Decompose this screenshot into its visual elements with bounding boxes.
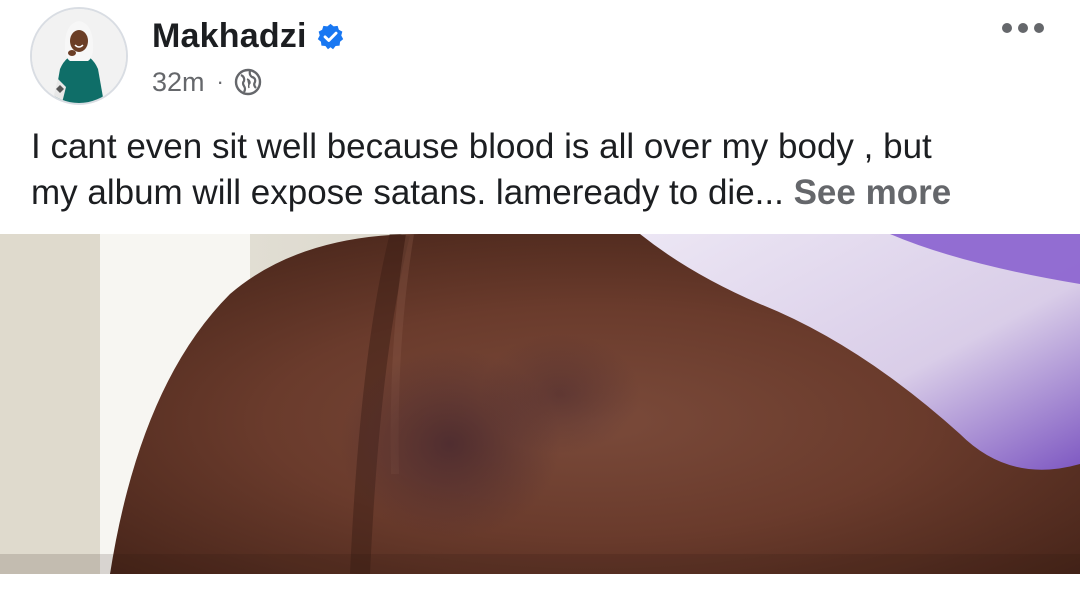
post-time-row: 32m · bbox=[152, 67, 345, 98]
post-photo-image bbox=[0, 234, 1080, 574]
author-name[interactable]: Makhadzi bbox=[152, 17, 307, 56]
more-dot bbox=[1018, 23, 1028, 33]
see-more-link[interactable]: See more bbox=[794, 173, 952, 212]
separator-dot: · bbox=[216, 69, 224, 94]
post-text-line-2: my album will expose satans. lameready t… bbox=[31, 173, 784, 212]
more-options-icon[interactable] bbox=[1002, 14, 1044, 42]
facebook-post: Makhadzi 32m · I cant even sit well beca… bbox=[0, 0, 1080, 594]
post-header: Makhadzi 32m · bbox=[30, 6, 345, 106]
post-meta: Makhadzi 32m · bbox=[152, 15, 345, 98]
more-dot bbox=[1002, 23, 1012, 33]
verified-badge-icon bbox=[316, 22, 345, 51]
post-text-line-1: I cant even sit well because blood is al… bbox=[31, 127, 932, 166]
author-avatar[interactable] bbox=[30, 7, 128, 105]
author-row: Makhadzi bbox=[152, 15, 345, 59]
more-dot bbox=[1034, 23, 1044, 33]
post-photo[interactable] bbox=[0, 234, 1080, 574]
globe-icon[interactable] bbox=[234, 68, 262, 96]
post-timestamp[interactable]: 32m bbox=[152, 67, 205, 98]
avatar-image bbox=[32, 9, 126, 103]
post-text: I cant even sit well because blood is al… bbox=[31, 124, 1051, 216]
